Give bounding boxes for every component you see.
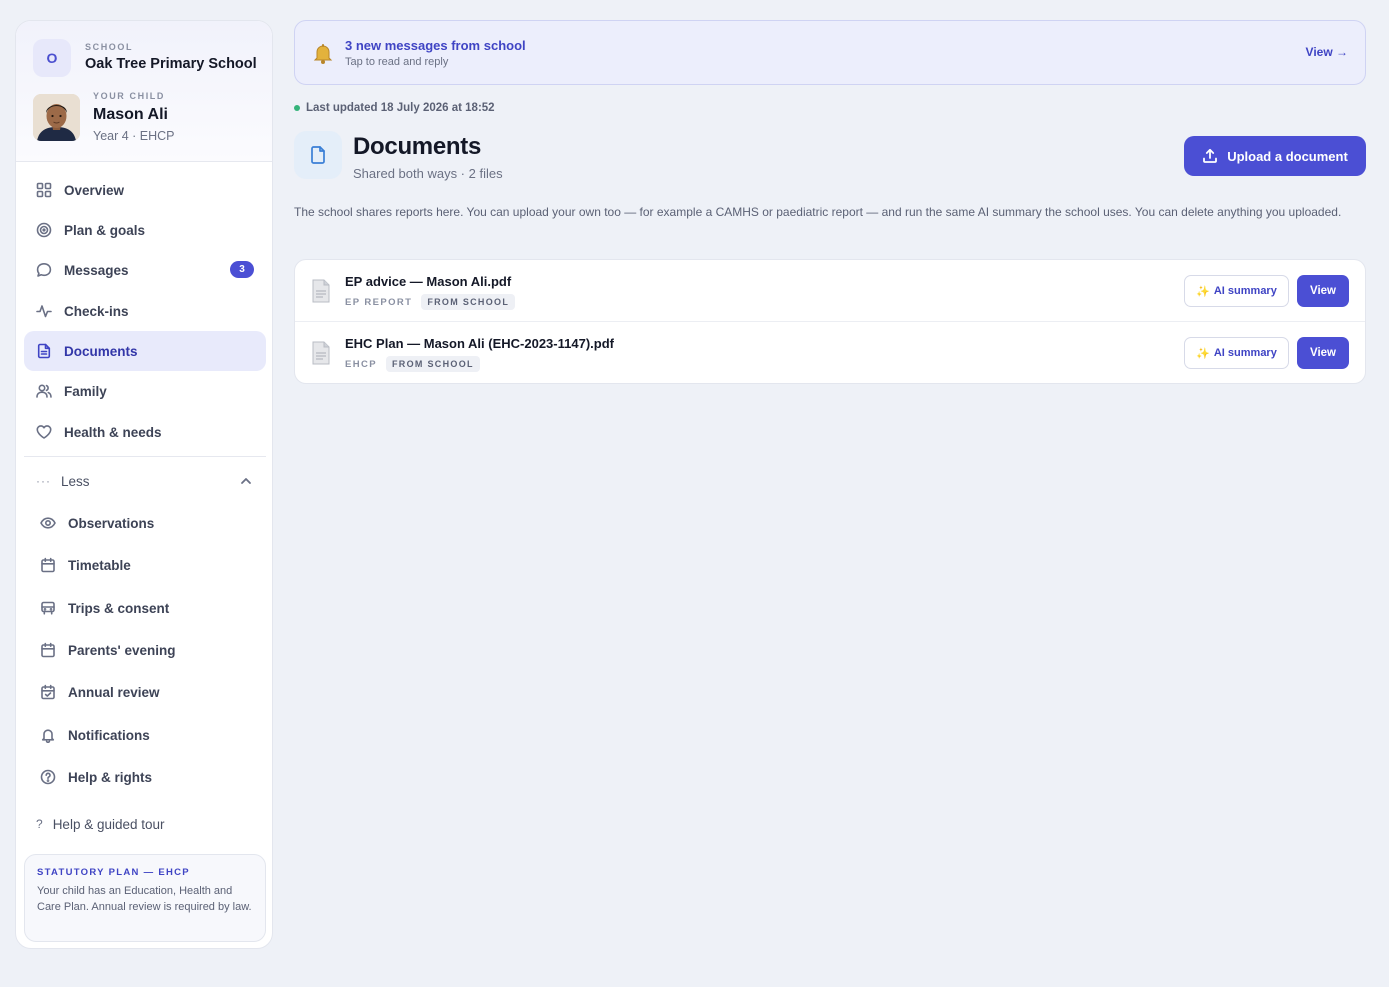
document-icon — [36, 343, 52, 359]
sidebar-divider — [24, 456, 266, 457]
document-row[interactable]: EP advice — Mason Ali.pdf EP REPORT FROM… — [295, 260, 1365, 322]
school-kicker: SCHOOL — [85, 42, 134, 52]
help-guided-tour-link[interactable]: ? Help & guided tour — [24, 806, 266, 842]
page-intro: The school shares reports here. You can … — [294, 205, 1342, 219]
file-icon — [311, 341, 331, 365]
statutory-title: STATUTORY PLAN — EHCP — [37, 867, 190, 878]
sparkle-icon: ✨ — [1196, 285, 1210, 298]
ai-summary-label: AI summary — [1213, 347, 1277, 359]
chevron-up-icon — [238, 473, 254, 489]
users-icon — [36, 383, 52, 399]
ai-summary-label: AI summary — [1213, 285, 1277, 297]
messages-banner[interactable]: 3 new messages from school Tap to read a… — [294, 20, 1366, 85]
child-name: Mason Ali — [93, 106, 168, 123]
calendar-icon — [40, 557, 56, 573]
sidebar-item-label: Trips & consent — [68, 600, 170, 616]
document-source-badge: FROM SCHOOL — [386, 356, 480, 372]
statutory-text: Your child has an Education, Health and … — [37, 885, 252, 913]
tour-label: Help & guided tour — [52, 816, 165, 832]
banner-title: 3 new messages from school — [345, 38, 526, 53]
sidebar-item-label: Messages — [64, 262, 129, 278]
sidebar-item-label: Observations — [68, 515, 155, 531]
sidebar-less-toggle[interactable]: ··· Less — [24, 461, 266, 501]
sidebar-item-label: Help & rights — [68, 769, 153, 785]
sidebar-item-timetable[interactable]: Timetable — [24, 545, 266, 585]
sidebar-item-label: Plan & goals — [64, 222, 146, 238]
sidebar-item-label: Timetable — [68, 557, 131, 573]
messages-count-badge: 3 — [230, 261, 254, 278]
sidebar-item-parents-evening[interactable]: Parents' evening — [24, 630, 266, 670]
document-list: EP advice — Mason Ali.pdf EP REPORT FROM… — [294, 259, 1366, 384]
child-meta: Year 4 · EHCP — [93, 129, 175, 143]
upload-document-button[interactable]: Upload a document — [1184, 136, 1366, 176]
sidebar: O SCHOOL Oak Tree Primary School YOUR CH… — [15, 20, 273, 949]
statutory-plan-card: STATUTORY PLAN — EHCP Your child has an … — [24, 854, 266, 942]
document-source-badge: FROM SCHOOL — [421, 294, 516, 310]
grid-icon — [36, 182, 52, 198]
child-kicker: YOUR CHILD — [93, 91, 165, 101]
sparkle-icon: ✨ — [1196, 347, 1210, 360]
status-dot — [294, 105, 300, 111]
less-label: Less — [61, 473, 90, 489]
page-title: Documents — [353, 133, 481, 160]
document-row[interactable]: EHC Plan — Mason Ali (EHC-2023-1147).pdf… — [295, 322, 1365, 383]
document-type: EHCP — [345, 358, 377, 370]
sidebar-item-label: Parents' evening — [68, 642, 176, 658]
sidebar-item-label: Health & needs — [64, 424, 162, 440]
view-document-button[interactable]: View — [1297, 275, 1349, 307]
documents-page-icon — [294, 131, 342, 179]
child-avatar — [33, 94, 80, 141]
target-icon — [36, 222, 52, 238]
bus-icon — [40, 600, 56, 616]
document-meta: EHCP FROM SCHOOL — [345, 356, 480, 372]
sidebar-item-label: Check-ins — [64, 303, 129, 319]
sidebar-item-notifications[interactable]: Notifications — [24, 715, 266, 755]
document-name[interactable]: EHC Plan — Mason Ali (EHC-2023-1147).pdf — [345, 336, 614, 351]
sidebar-item-label: Annual review — [68, 684, 160, 700]
sidebar-item-observations[interactable]: Observations — [24, 503, 266, 543]
calendar-icon — [40, 642, 56, 658]
bell-icon — [40, 727, 56, 743]
upload-icon — [1202, 148, 1218, 164]
view-document-button[interactable]: View — [1297, 337, 1349, 369]
last-updated-text: Last updated 18 July 2026 at 18:52 — [306, 102, 495, 114]
document-type: EP REPORT — [345, 296, 413, 308]
school-logo: O — [33, 39, 71, 77]
sidebar-item-label: Overview — [64, 182, 125, 198]
sidebar-item-trips-consent[interactable]: Trips & consent — [24, 588, 266, 628]
sidebar-item-plan-goals[interactable]: Plan & goals — [24, 210, 266, 250]
document-name[interactable]: EP advice — Mason Ali.pdf — [345, 274, 511, 289]
sidebar-item-overview[interactable]: Overview — [24, 170, 266, 210]
sidebar-item-label: Notifications — [68, 727, 150, 743]
sidebar-item-label: Family — [64, 383, 107, 399]
last-updated-status: Last updated 18 July 2026 at 18:52 — [294, 102, 495, 114]
sidebar-item-messages[interactable]: Messages 3 — [24, 250, 266, 290]
banner-view-link[interactable]: View → — [1306, 45, 1348, 59]
upload-button-label: Upload a document — [1227, 148, 1348, 164]
bell-icon — [311, 41, 335, 65]
sidebar-item-label: Documents — [64, 343, 138, 359]
calendar-check-icon — [40, 684, 56, 700]
sidebar-item-annual-review[interactable]: Annual review — [24, 672, 266, 712]
document-meta: EP REPORT FROM SCHOOL — [345, 294, 516, 310]
eye-icon — [40, 515, 56, 531]
sidebar-item-family[interactable]: Family — [24, 371, 266, 411]
pulse-icon — [36, 303, 52, 319]
help-circle-icon — [40, 769, 56, 785]
sidebar-item-documents[interactable]: Documents — [24, 331, 266, 371]
more-dots-icon: ··· — [36, 474, 51, 488]
school-name: Oak Tree Primary School — [85, 56, 257, 72]
chat-bubble-icon — [36, 262, 52, 278]
ai-summary-button[interactable]: ✨ AI summary — [1184, 337, 1289, 369]
heart-icon — [36, 424, 52, 440]
sidebar-item-health-needs[interactable]: Health & needs — [24, 412, 266, 452]
question-mark-icon: ? — [36, 817, 43, 831]
ai-summary-button[interactable]: ✨ AI summary — [1184, 275, 1289, 307]
banner-subtitle: Tap to read and reply — [345, 56, 449, 68]
sidebar-item-help-rights[interactable]: Help & rights — [24, 757, 266, 797]
file-icon — [311, 279, 331, 303]
sidebar-item-check-ins[interactable]: Check-ins — [24, 291, 266, 331]
page-subtitle: Shared both ways · 2 files — [353, 166, 503, 181]
sidebar-header: O SCHOOL Oak Tree Primary School YOUR CH… — [16, 21, 272, 162]
